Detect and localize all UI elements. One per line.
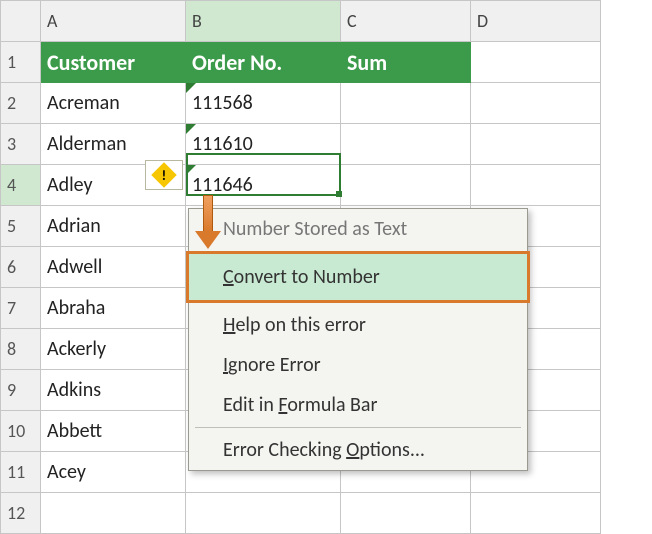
- row-header-3[interactable]: 3: [1, 124, 41, 165]
- cell-A9[interactable]: Adkins: [41, 370, 186, 411]
- error-indicator-button[interactable]: !: [145, 160, 183, 190]
- col-header-D[interactable]: D: [471, 1, 601, 42]
- cell-C4[interactable]: [341, 165, 471, 206]
- row-header-10[interactable]: 10: [1, 411, 41, 452]
- menu-edit-formula-bar[interactable]: Edit in Formula Bar: [189, 385, 527, 425]
- cell-A7[interactable]: Abraha: [41, 288, 186, 329]
- cell-A2[interactable]: Acreman: [41, 83, 186, 124]
- cell-A8[interactable]: Ackerly: [41, 329, 186, 370]
- cell-A6[interactable]: Adwell: [41, 247, 186, 288]
- menu-help-on-error[interactable]: Help on this error: [189, 305, 527, 345]
- cell-A11[interactable]: Acey: [41, 452, 186, 493]
- cell-A3[interactable]: Alderman: [41, 124, 186, 165]
- col-header-A[interactable]: A: [41, 1, 186, 42]
- warning-icon: !: [151, 162, 176, 187]
- col-header-C[interactable]: C: [341, 1, 471, 42]
- header-order-no: Order No.: [186, 42, 341, 83]
- col-header-B[interactable]: B: [186, 1, 341, 42]
- menu-convert-to-number[interactable]: Convert to Number: [186, 251, 530, 303]
- menu-ignore-error[interactable]: Ignore Error: [189, 345, 527, 385]
- cell-C2[interactable]: [341, 83, 471, 124]
- row-header-9[interactable]: 9: [1, 370, 41, 411]
- row-header-11[interactable]: 11: [1, 452, 41, 493]
- cell-B3[interactable]: 111610: [186, 124, 341, 165]
- header-customer: Customer: [41, 42, 186, 83]
- row-header-8[interactable]: 8: [1, 329, 41, 370]
- menu-title: Number Stored as Text: [189, 209, 527, 249]
- cell-D1[interactable]: [471, 42, 601, 83]
- menu-error-checking-options[interactable]: Error Checking Options...: [189, 430, 527, 470]
- row-header-4[interactable]: 4: [1, 165, 41, 206]
- row-header-2[interactable]: 2: [1, 83, 41, 124]
- cell-A10[interactable]: Abbett: [41, 411, 186, 452]
- cell-C3[interactable]: [341, 124, 471, 165]
- cell-B4-active[interactable]: 111646: [186, 165, 341, 206]
- cell-D3[interactable]: [471, 124, 601, 165]
- error-context-menu: Number Stored as Text Convert to Number …: [188, 208, 528, 471]
- cell-D2[interactable]: [471, 83, 601, 124]
- row-header-1[interactable]: 1: [1, 42, 41, 83]
- row-header-12[interactable]: 12: [1, 493, 41, 534]
- select-all-corner[interactable]: [1, 1, 41, 42]
- cell-A5[interactable]: Adrian: [41, 206, 186, 247]
- cell-D4[interactable]: [471, 165, 601, 206]
- cell-B2[interactable]: 111568: [186, 83, 341, 124]
- row-header-7[interactable]: 7: [1, 288, 41, 329]
- row-header-5[interactable]: 5: [1, 206, 41, 247]
- row-header-6[interactable]: 6: [1, 247, 41, 288]
- menu-separator: [195, 427, 521, 428]
- header-sum: Sum: [341, 42, 471, 83]
